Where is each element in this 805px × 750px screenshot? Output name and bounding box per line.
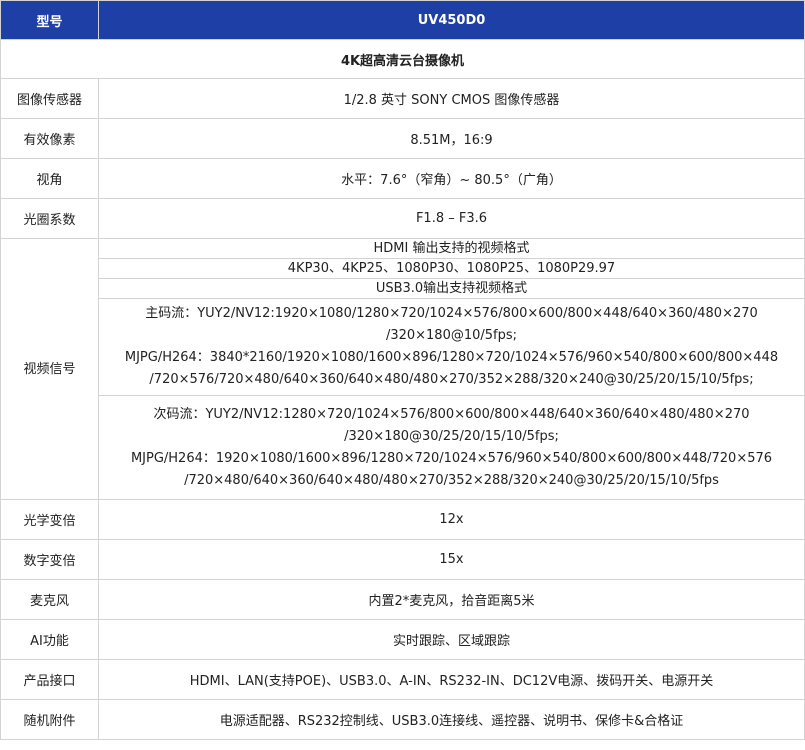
spec-label: 光学变倍 — [0, 499, 99, 540]
main-stream-line: /320×180@10/5fps; — [385, 328, 518, 343]
table-row: AI功能 实时跟踪、区域跟踪 — [0, 619, 805, 660]
product-subtitle-row: 4K超高清云台摄像机 — [0, 39, 805, 79]
sub-stream-line: MJPG/H264：1920×1080/1600×896/1280×720/10… — [130, 450, 773, 466]
main-stream-line: /720×576/720×480/640×360/640×480/480×270… — [149, 372, 754, 387]
table-row: 光学变倍 12x — [0, 499, 805, 540]
spec-label: 视角 — [0, 158, 99, 199]
spec-value: 15x — [98, 539, 805, 580]
table-row: 光圈系数 F1.8 – F3.6 — [0, 198, 805, 239]
sub-stream-line: 次码流：YUY2/NV12:1280×720/1024×576/800×600/… — [153, 406, 750, 422]
spec-value: 8.51M，16:9 — [98, 118, 805, 159]
spec-label: 麦克风 — [0, 579, 99, 620]
spec-value: 实时跟踪、区域跟踪 — [98, 619, 805, 660]
video-usb-title-row: USB3.0输出支持视频格式 — [1, 278, 805, 299]
table-row: 有效像素 8.51M，16:9 — [0, 118, 805, 159]
table-row: 随机附件 电源适配器、RS232控制线、USB3.0连接线、遥控器、说明书、保修… — [0, 699, 805, 740]
spec-value: 水平：7.6°（窄角）~ 80.5°（广角） — [98, 158, 805, 199]
video-sub-stream-row: 次码流：YUY2/NV12:1280×720/1024×576/800×600/… — [1, 395, 805, 500]
video-main-stream-row: 主码流：YUY2/NV12:1920×1080/1280×720/1024×57… — [1, 298, 805, 396]
spec-value: 电源适配器、RS232控制线、USB3.0连接线、遥控器、说明书、保修卡&合格证 — [98, 699, 805, 740]
spec-label: 随机附件 — [0, 699, 99, 740]
table-row: 麦克风 内置2*麦克风，拾音距离5米 — [0, 579, 805, 620]
table-row: 产品接口 HDMI、LAN(支持POE)、USB3.0、A-IN、RS232-I… — [0, 659, 805, 700]
header-model-value: UV450D0 — [98, 0, 805, 40]
spec-value: HDMI、LAN(支持POE)、USB3.0、A-IN、RS232-IN、DC1… — [98, 659, 805, 700]
main-stream-line: MJPG/H264：3840*2160/1920×1080/1600×896/1… — [124, 350, 779, 365]
spec-value: 1/2.8 英寸 SONY CMOS 图像传感器 — [98, 78, 805, 119]
video-hdmi-formats: 4KP30、4KP25、1080P30、1080P25、1080P29.97 — [98, 258, 805, 279]
table-row: 图像传感器 1/2.8 英寸 SONY CMOS 图像传感器 — [0, 78, 805, 119]
video-signal-label: 视频信号 — [0, 238, 99, 500]
product-subtitle: 4K超高清云台摄像机 — [0, 39, 805, 79]
video-sub-stream: 次码流：YUY2/NV12:1280×720/1024×576/800×600/… — [98, 395, 805, 500]
video-usb-title: USB3.0输出支持视频格式 — [98, 278, 805, 299]
spec-value: F1.8 – F3.6 — [98, 198, 805, 239]
header-row: 型号 UV450D0 — [0, 0, 805, 40]
spec-label: 数字变倍 — [0, 539, 99, 580]
spec-label: AI功能 — [0, 619, 99, 660]
table-row: 视角 水平：7.6°（窄角）~ 80.5°（广角） — [0, 158, 805, 199]
spec-label: 图像传感器 — [0, 78, 99, 119]
table-row: 数字变倍 15x — [0, 539, 805, 580]
video-hdmi-formats-row: 4KP30、4KP25、1080P30、1080P25、1080P29.97 — [1, 258, 805, 279]
spec-label: 光圈系数 — [0, 198, 99, 239]
spec-value: 12x — [98, 499, 805, 540]
spec-label: 有效像素 — [0, 118, 99, 159]
main-stream-line: 主码流：YUY2/NV12:1920×1080/1280×720/1024×57… — [145, 306, 758, 321]
spec-table: 型号 UV450D0 4K超高清云台摄像机 图像传感器 1/2.8 英寸 SON… — [0, 0, 805, 740]
video-hdmi-title-row: 视频信号 HDMI 输出支持的视频格式 — [0, 238, 805, 500]
sub-stream-line: /720×480/640×360/640×480/480×270/352×288… — [184, 472, 719, 488]
video-main-stream: 主码流：YUY2/NV12:1920×1080/1280×720/1024×57… — [98, 298, 805, 396]
sub-stream-line: /320×180@30/25/20/15/10/5fps; — [344, 428, 559, 444]
header-model-label: 型号 — [0, 0, 99, 40]
video-hdmi-title: HDMI 输出支持的视频格式 — [98, 238, 805, 259]
spec-value: 内置2*麦克风，拾音距离5米 — [98, 579, 805, 620]
spec-label: 产品接口 — [0, 659, 99, 700]
